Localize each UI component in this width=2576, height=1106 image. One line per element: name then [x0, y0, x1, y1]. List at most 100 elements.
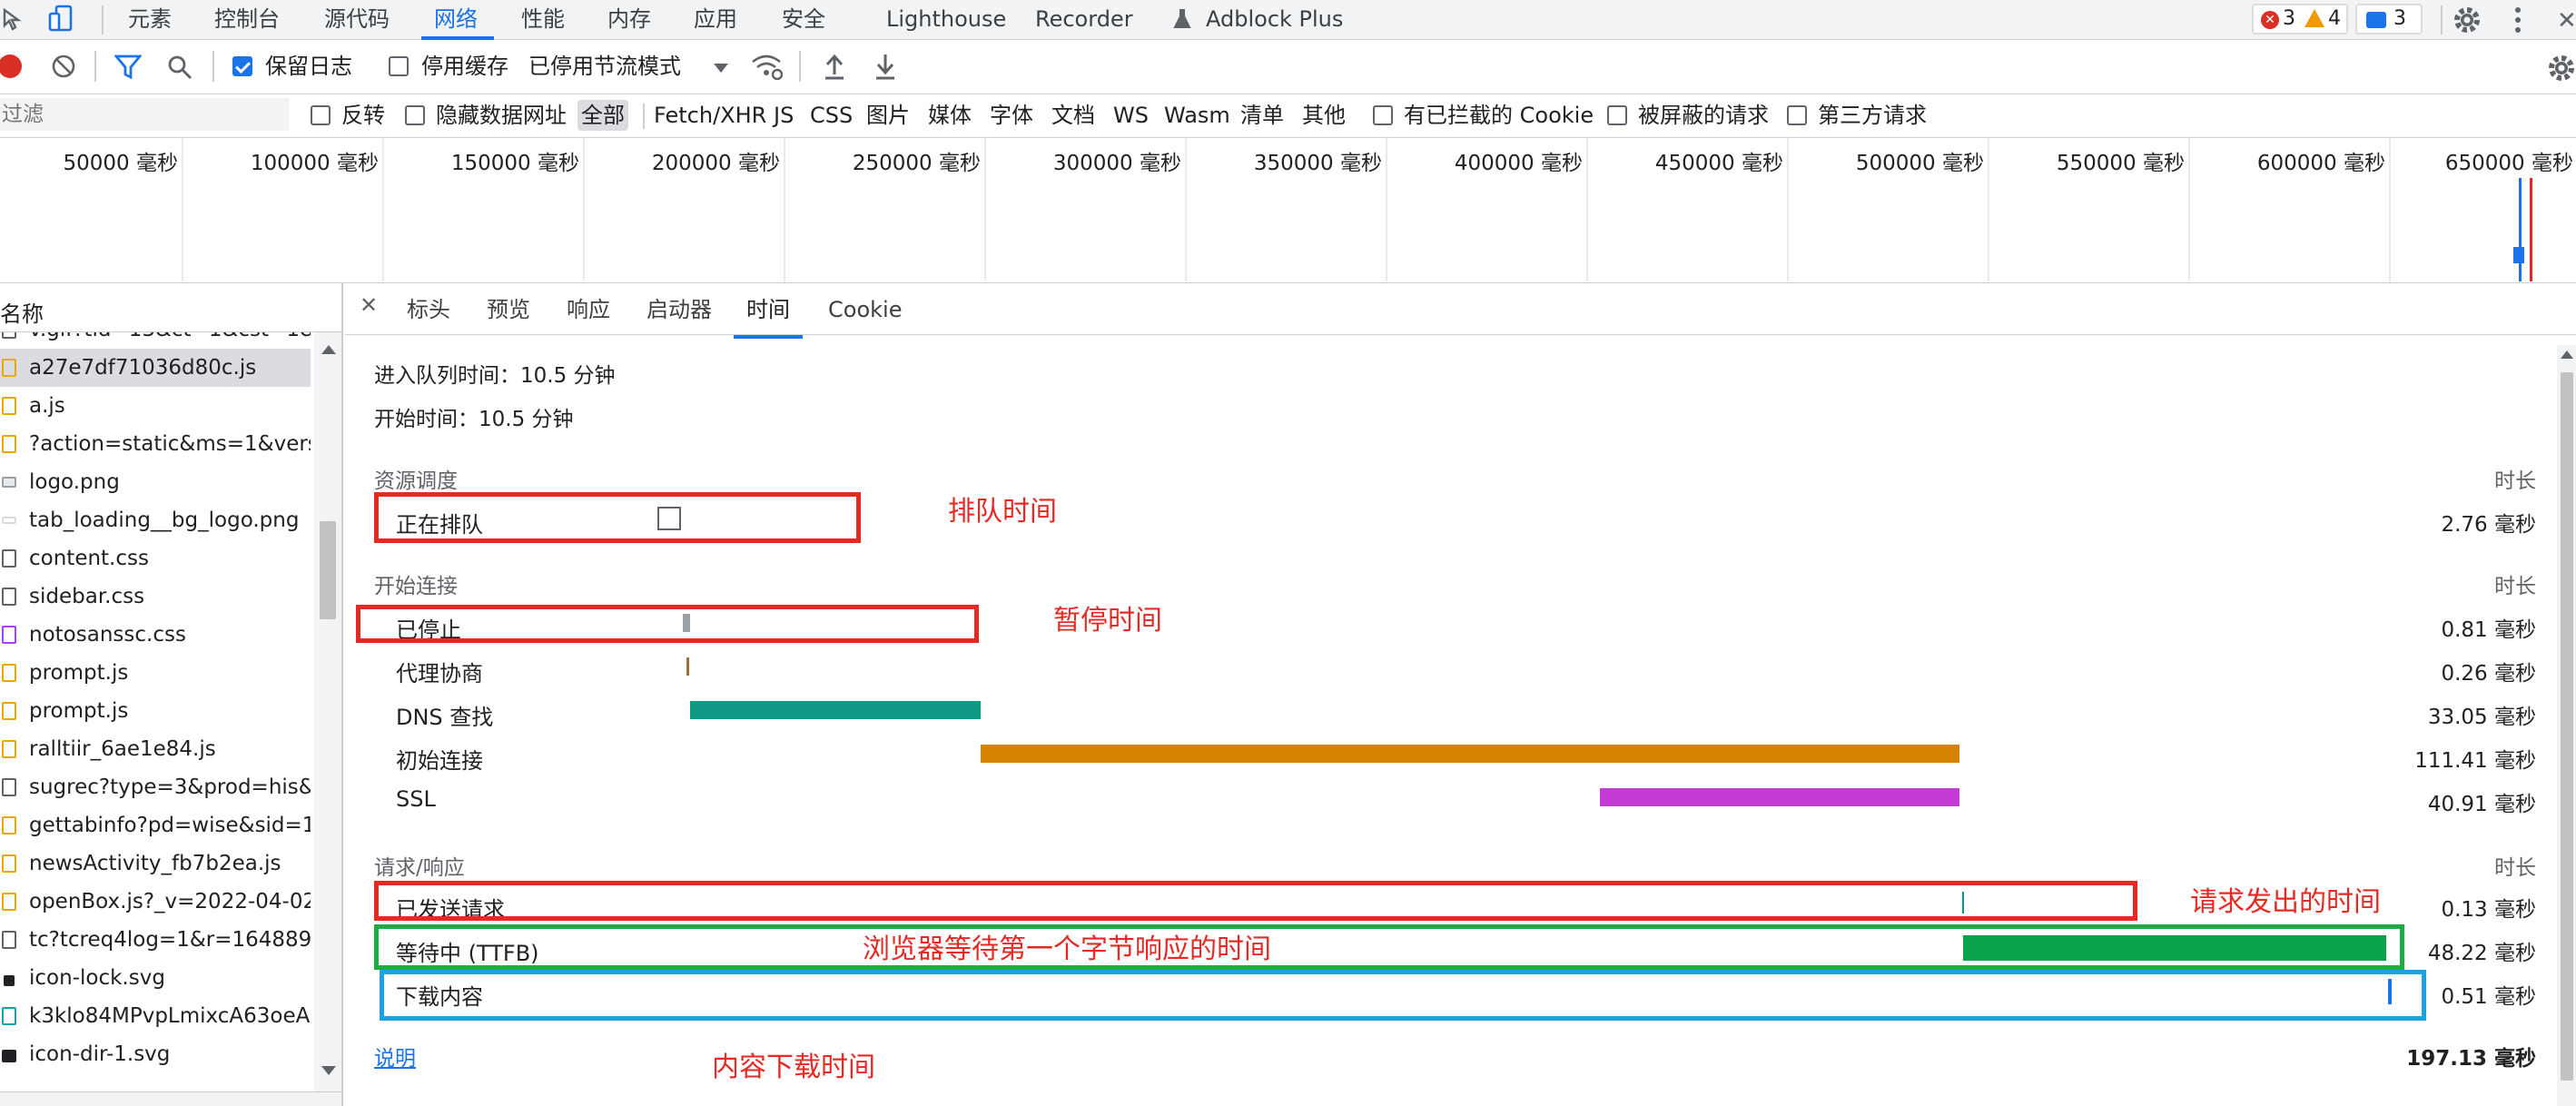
blocked-cookies-checkbox[interactable]: [1373, 105, 1393, 125]
section-resource-scheduling: 资源调度: [374, 469, 458, 493]
timeline-tick: 150000 毫秒: [450, 152, 579, 175]
scrollbar-thumb[interactable]: [320, 521, 336, 619]
list-item[interactable]: prompt.js: [0, 692, 311, 730]
list-item[interactable]: openBox.js?_v=2022-04-02-1: [0, 883, 311, 921]
list-item[interactable]: sidebar.css: [0, 578, 311, 616]
duration-header: 时长: [2494, 575, 2536, 598]
list-item[interactable]: ?action=static&ms=1&versio: [0, 425, 311, 463]
tab-elements[interactable]: 元素: [128, 0, 172, 38]
timeline-gridline: [382, 138, 384, 281]
list-item[interactable]: content.css: [0, 539, 311, 578]
invert-checkbox[interactable]: [311, 105, 331, 125]
export-har-icon[interactable]: [873, 53, 897, 84]
list-item[interactable]: newsActivity_fb7b2ea.js: [0, 844, 311, 883]
tab-security[interactable]: 安全: [782, 0, 825, 38]
filter-type-font[interactable]: 字体: [986, 100, 1037, 131]
tab-network[interactable]: 网络: [434, 0, 478, 38]
hide-data-urls-checkbox[interactable]: [405, 105, 425, 125]
filter-type-js[interactable]: JS: [770, 100, 797, 131]
record-button[interactable]: [0, 54, 22, 78]
list-scroll-area[interactable]: v.gif?tid=13&ct=1&cst=1&lo a27e7df71036d…: [0, 332, 314, 1091]
tab-headers[interactable]: 标头: [407, 284, 450, 335]
script-file-icon: [2, 397, 16, 415]
close-detail-icon[interactable]: ✕: [360, 292, 378, 318]
filter-input[interactable]: [0, 98, 289, 131]
disable-cache-checkbox[interactable]: [389, 56, 409, 76]
error-icon: ✕: [2261, 11, 2279, 29]
filter-type-fetch-xhr[interactable]: Fetch/XHR: [650, 100, 770, 131]
throttle-select[interactable]: 已停用节流模式: [528, 53, 681, 80]
inspect-element-icon[interactable]: [2, 7, 27, 36]
list-item[interactable]: sugrec?type=3&prod=his&pi: [0, 768, 311, 806]
list-item[interactable]: tab_loading__bg_logo.png: [0, 501, 311, 539]
scroll-up-arrow-icon[interactable]: [2561, 351, 2573, 359]
filter-type-manifest[interactable]: 清单: [1237, 100, 1288, 131]
settings-gear-icon[interactable]: [2452, 5, 2482, 39]
filter-type-other[interactable]: 其他: [1298, 100, 1349, 131]
list-item[interactable]: k3klo84MPvpLmixcA63oeALZ: [0, 997, 311, 1035]
annotation-box-queueing: [374, 492, 861, 543]
name-column-header: 名称: [0, 301, 44, 327]
list-item[interactable]: ralltiir_6ae1e84.js: [0, 730, 311, 768]
close-devtools-icon[interactable]: ✕: [2557, 7, 2576, 35]
tab-adblock-plus[interactable]: Adblock Plus: [1206, 0, 1343, 38]
tab-performance[interactable]: 性能: [521, 0, 565, 38]
chevron-down-icon[interactable]: [714, 64, 728, 73]
stylesheet-file-icon: [2, 626, 16, 644]
tab-response[interactable]: 响应: [567, 284, 610, 335]
tab-console[interactable]: 控制台: [214, 0, 280, 38]
tab-lighthouse[interactable]: Lighthouse: [886, 0, 1006, 38]
tab-sources[interactable]: 源代码: [324, 0, 390, 38]
filter-type-all[interactable]: 全部: [577, 100, 628, 131]
annotation-box-request-sent: [374, 881, 2137, 921]
list-item[interactable]: gettabinfo?pd=wise&sid=110: [0, 806, 311, 844]
third-party-checkbox[interactable]: [1787, 105, 1807, 125]
clear-icon[interactable]: [51, 54, 76, 83]
script-file-icon: [2, 435, 16, 453]
list-scrollbar[interactable]: [314, 332, 341, 1091]
list-footer: [0, 1091, 341, 1106]
more-options-icon[interactable]: [2513, 5, 2522, 38]
scrollbar-thumb[interactable]: [2561, 372, 2573, 1081]
import-har-icon[interactable]: [823, 53, 846, 84]
filter-type-doc[interactable]: 文档: [1048, 100, 1099, 131]
filter-type-img[interactable]: 图片: [863, 100, 913, 131]
detail-scrollbar[interactable]: [2557, 345, 2576, 1106]
list-item[interactable]: icon-dir-1.svg: [0, 1035, 311, 1073]
tab-timing[interactable]: 时间: [734, 284, 803, 339]
network-settings-icon[interactable]: [2546, 53, 2576, 87]
tab-recorder[interactable]: Recorder: [1035, 0, 1133, 38]
device-toolbar-icon[interactable]: [47, 5, 76, 37]
list-item[interactable]: v.gif?tid=13&ct=1&cst=1&lo: [0, 332, 311, 349]
list-item[interactable]: notosanssc.css: [0, 616, 311, 654]
network-conditions-icon[interactable]: [750, 53, 784, 84]
filter-type-media[interactable]: 媒体: [924, 100, 975, 131]
issues-badge[interactable]: ✕ 3 4: [2252, 4, 2348, 35]
error-count: 3: [2283, 7, 2295, 30]
tab-application[interactable]: 应用: [694, 0, 737, 38]
explanation-link[interactable]: 说明: [374, 1041, 416, 1071]
list-item[interactable]: a.js: [0, 387, 311, 425]
filter-type-ws[interactable]: WS: [1110, 100, 1152, 131]
tab-initiator[interactable]: 启动器: [646, 284, 712, 335]
scroll-up-arrow-icon[interactable]: [321, 345, 336, 354]
list-item[interactable]: logo.png: [0, 463, 311, 501]
filter-type-wasm[interactable]: Wasm: [1160, 100, 1234, 131]
hide-data-urls-label: 隐藏数据网址: [436, 103, 567, 128]
search-icon[interactable]: [167, 54, 192, 84]
messages-badge[interactable]: 3: [2355, 4, 2423, 35]
timeline-tick: 50000 毫秒: [63, 152, 178, 175]
filter-icon[interactable]: [114, 54, 143, 84]
blocked-requests-checkbox[interactable]: [1607, 105, 1627, 125]
tab-cookies[interactable]: Cookie: [828, 284, 902, 335]
filter-type-css[interactable]: CSS: [806, 100, 856, 131]
list-item[interactable]: icon-lock.svg: [0, 959, 311, 997]
tab-preview[interactable]: 预览: [487, 284, 530, 335]
preserve-log-checkbox[interactable]: [232, 56, 252, 76]
list-item-selected[interactable]: a27e7df71036d80c.js: [0, 349, 311, 387]
list-item[interactable]: tc?tcreq4log=1&r=16488924: [0, 921, 311, 959]
list-item[interactable]: prompt.js: [0, 654, 311, 692]
request-list-panel: 名称 v.gif?tid=13&ct=1&cst=1&lo a27e7df710…: [0, 283, 343, 1106]
tab-memory[interactable]: 内存: [607, 0, 651, 38]
scroll-down-arrow-icon[interactable]: [321, 1066, 336, 1075]
